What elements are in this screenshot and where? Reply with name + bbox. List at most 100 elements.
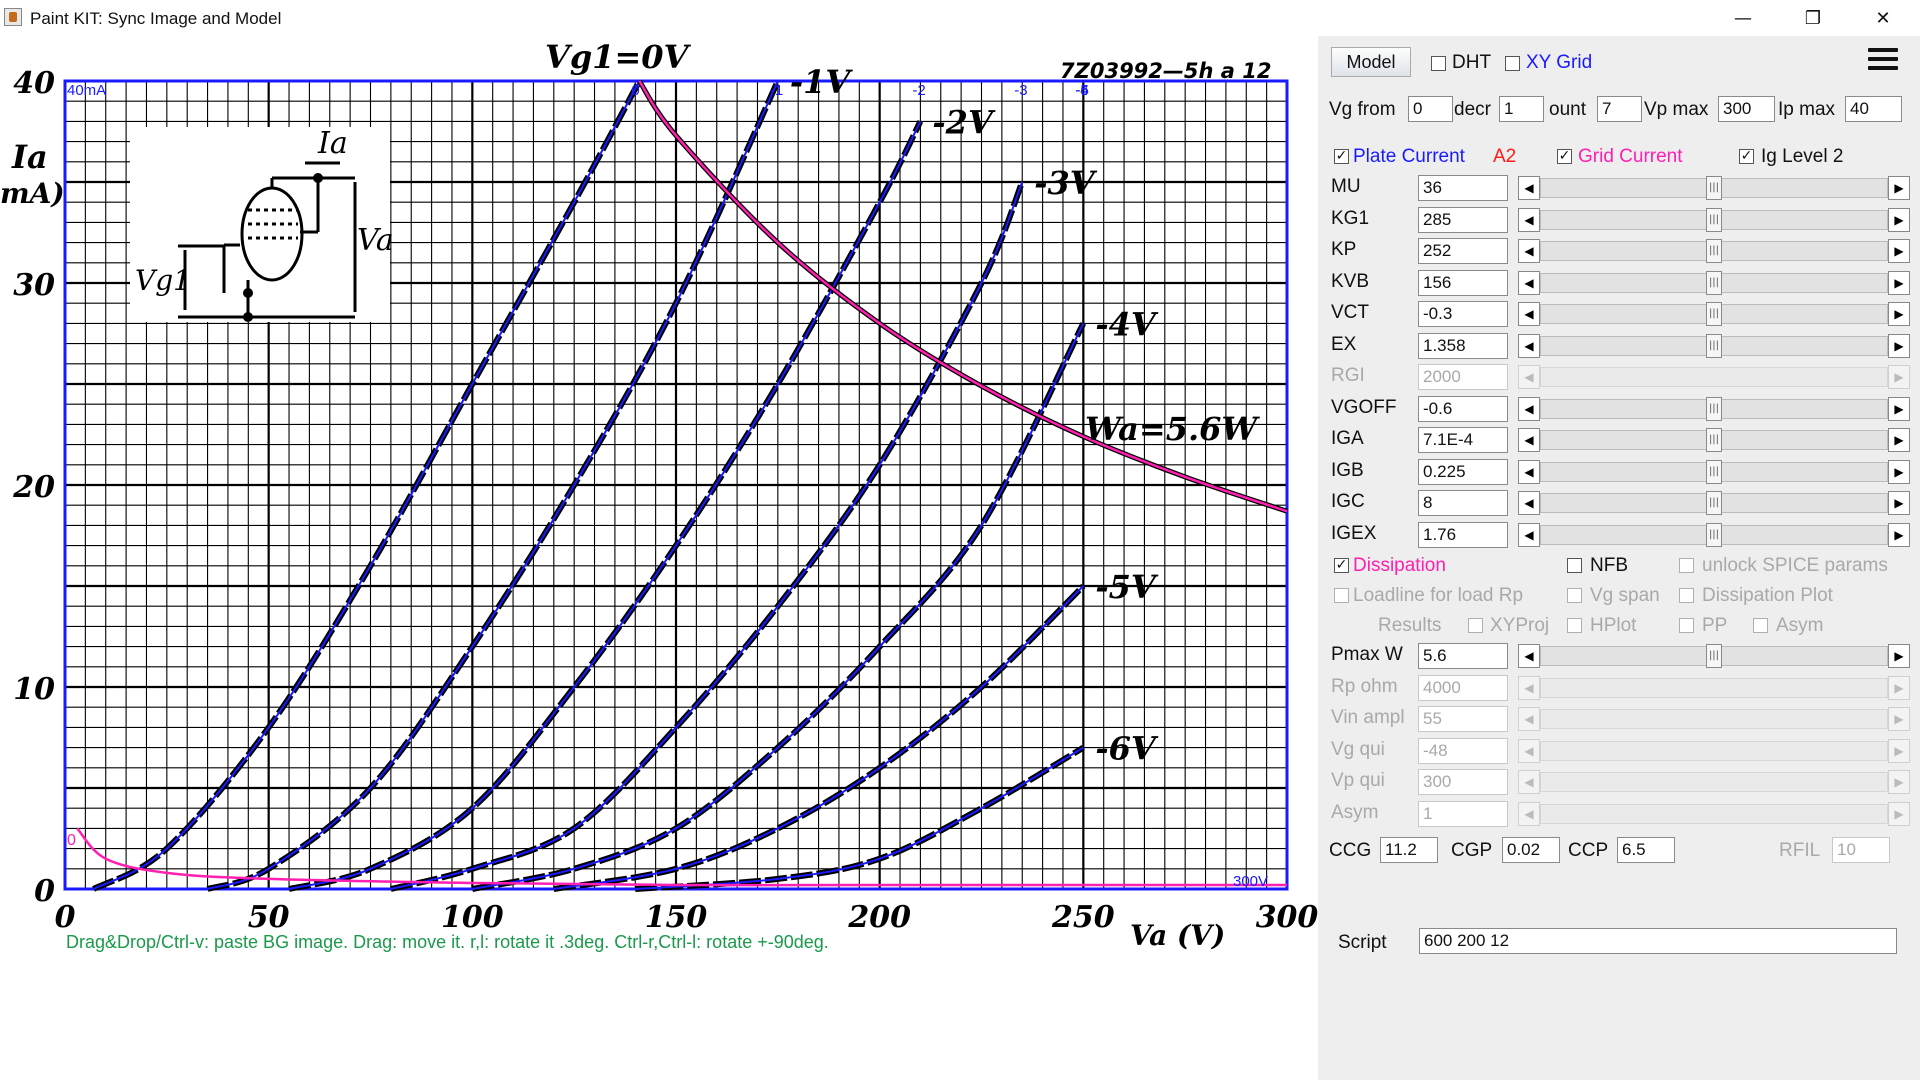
param-field-asym[interactable]: 1 xyxy=(1418,800,1508,827)
loadline-checkbox[interactable] xyxy=(1334,588,1349,603)
slider-left-arrow-icon[interactable]: ◀ xyxy=(1518,365,1540,389)
slider-left-arrow-icon[interactable]: ◀ xyxy=(1518,522,1540,547)
xy-grid-checkbox[interactable] xyxy=(1505,56,1520,71)
slider-right-arrow-icon[interactable]: ▶ xyxy=(1888,270,1910,295)
param-field-vp-qui[interactable]: 300 xyxy=(1418,769,1508,795)
slider-left-arrow-icon[interactable]: ◀ xyxy=(1518,491,1540,515)
slider-thumb[interactable]: ||| xyxy=(1706,270,1722,295)
param-field-pmax-w[interactable]: 5.6 xyxy=(1418,643,1508,669)
ip-max-field[interactable]: 40 xyxy=(1845,96,1902,122)
slider-right-arrow-icon[interactable]: ▶ xyxy=(1888,302,1910,326)
slider-left-arrow-icon[interactable]: ◀ xyxy=(1518,770,1540,794)
slider-track[interactable] xyxy=(1540,740,1888,761)
hplot-checkbox[interactable] xyxy=(1567,618,1582,633)
vg-from-field[interactable]: 0 xyxy=(1408,96,1453,122)
param-slider-kg1[interactable]: ◀ ▶ ||| xyxy=(1518,207,1910,232)
slider-thumb[interactable]: ||| xyxy=(1706,522,1722,547)
slider-right-arrow-icon[interactable]: ▶ xyxy=(1888,738,1910,763)
slider-track[interactable] xyxy=(1540,772,1888,792)
slider-right-arrow-icon[interactable]: ▶ xyxy=(1888,239,1910,263)
count-field[interactable]: 7 xyxy=(1597,96,1642,122)
plate-current-checkbox[interactable]: ✓ xyxy=(1334,149,1349,164)
slider-track[interactable] xyxy=(1540,709,1888,729)
slider-right-arrow-icon[interactable]: ▶ xyxy=(1888,644,1910,668)
slider-thumb[interactable]: ||| xyxy=(1706,302,1722,326)
unlock-spice-checkbox[interactable] xyxy=(1679,558,1694,573)
slider-thumb[interactable]: ||| xyxy=(1706,333,1722,358)
param-slider-igb[interactable]: ◀ ▶ ||| xyxy=(1518,459,1910,484)
dissipation-plot-checkbox[interactable] xyxy=(1679,588,1694,603)
restore-button[interactable]: ❐ xyxy=(1778,0,1848,36)
slider-right-arrow-icon[interactable]: ▶ xyxy=(1888,176,1910,200)
param-slider-asym[interactable]: ◀ ▶ xyxy=(1518,801,1910,826)
param-slider-rgi[interactable]: ◀ ▶ xyxy=(1518,365,1910,389)
slider-left-arrow-icon[interactable]: ◀ xyxy=(1518,428,1540,452)
param-field-mu[interactable]: 36 xyxy=(1418,175,1508,201)
dht-checkbox[interactable] xyxy=(1431,56,1446,71)
param-slider-vgoff[interactable]: ◀ ▶ ||| xyxy=(1518,396,1910,421)
slider-right-arrow-icon[interactable]: ▶ xyxy=(1888,333,1910,358)
slider-left-arrow-icon[interactable]: ◀ xyxy=(1518,396,1540,421)
rfil-field[interactable]: 10 xyxy=(1832,837,1890,863)
graph-canvas[interactable]: Ia Va Vg1 0 50 100 150 200 250 300 0 10 20 30 40 0 -1… xyxy=(0,36,1318,1080)
slider-right-arrow-icon[interactable]: ▶ xyxy=(1888,365,1910,389)
slider-left-arrow-icon[interactable]: ◀ xyxy=(1518,207,1540,232)
param-slider-vin-ampl[interactable]: ◀ ▶ xyxy=(1518,707,1910,731)
slider-left-arrow-icon[interactable]: ◀ xyxy=(1518,738,1540,763)
slider-right-arrow-icon[interactable]: ▶ xyxy=(1888,491,1910,515)
ig-level-checkbox[interactable]: ✓ xyxy=(1739,149,1754,164)
ccp-field[interactable]: 6.5 xyxy=(1617,837,1675,863)
minimize-button[interactable]: — xyxy=(1708,0,1778,36)
xyproj-checkbox[interactable] xyxy=(1468,618,1483,633)
slider-right-arrow-icon[interactable]: ▶ xyxy=(1888,428,1910,452)
param-slider-vp-qui[interactable]: ◀ ▶ xyxy=(1518,770,1910,794)
param-field-kp[interactable]: 252 xyxy=(1418,238,1508,264)
param-slider-rp-ohm[interactable]: ◀ ▶ xyxy=(1518,675,1910,700)
hamburger-menu-icon[interactable] xyxy=(1868,48,1898,74)
slider-track[interactable] xyxy=(1540,803,1888,824)
param-slider-mu[interactable]: ◀ ▶ ||| xyxy=(1518,176,1910,200)
param-field-iga[interactable]: 7.1E-4 xyxy=(1418,427,1508,453)
slider-thumb[interactable]: ||| xyxy=(1706,176,1722,200)
param-slider-iga[interactable]: ◀ ▶ ||| xyxy=(1518,428,1910,452)
vp-max-field[interactable]: 300 xyxy=(1718,96,1775,122)
slider-left-arrow-icon[interactable]: ◀ xyxy=(1518,239,1540,263)
pp-checkbox[interactable] xyxy=(1679,618,1694,633)
param-slider-kvb[interactable]: ◀ ▶ ||| xyxy=(1518,270,1910,295)
param-slider-kp[interactable]: ◀ ▶ ||| xyxy=(1518,239,1910,263)
slider-left-arrow-icon[interactable]: ◀ xyxy=(1518,333,1540,358)
param-slider-igex[interactable]: ◀ ▶ ||| xyxy=(1518,522,1910,547)
decr-field[interactable]: 1 xyxy=(1499,96,1544,122)
slider-left-arrow-icon[interactable]: ◀ xyxy=(1518,459,1540,484)
ccg-field[interactable]: 11.2 xyxy=(1380,837,1438,863)
param-field-kvb[interactable]: 156 xyxy=(1418,269,1508,296)
slider-left-arrow-icon[interactable]: ◀ xyxy=(1518,644,1540,668)
param-slider-pmax-w[interactable]: ◀ ▶ ||| xyxy=(1518,644,1910,668)
vg-span-checkbox[interactable] xyxy=(1567,588,1582,603)
slider-left-arrow-icon[interactable]: ◀ xyxy=(1518,302,1540,326)
slider-left-arrow-icon[interactable]: ◀ xyxy=(1518,675,1540,700)
slider-right-arrow-icon[interactable]: ▶ xyxy=(1888,801,1910,826)
param-field-vg-qui[interactable]: -48 xyxy=(1418,737,1508,764)
slider-left-arrow-icon[interactable]: ◀ xyxy=(1518,270,1540,295)
param-field-igc[interactable]: 8 xyxy=(1418,490,1508,516)
param-field-vgoff[interactable]: -0.6 xyxy=(1418,395,1508,422)
dissipation-checkbox[interactable]: ✓ xyxy=(1334,558,1349,573)
slider-right-arrow-icon[interactable]: ▶ xyxy=(1888,396,1910,421)
script-field[interactable]: 600 200 12 xyxy=(1419,928,1897,954)
param-slider-vct[interactable]: ◀ ▶ ||| xyxy=(1518,302,1910,326)
slider-thumb[interactable]: ||| xyxy=(1706,644,1722,668)
slider-right-arrow-icon[interactable]: ▶ xyxy=(1888,459,1910,484)
slider-track[interactable] xyxy=(1540,677,1888,698)
plate-curve-plot[interactable]: Ia Va Vg1 0 50 100 150 200 250 300 0 10 20 30 40 0 -1… xyxy=(0,36,1318,1080)
slider-right-arrow-icon[interactable]: ▶ xyxy=(1888,675,1910,700)
slider-thumb[interactable]: ||| xyxy=(1706,428,1722,452)
grid-current-checkbox[interactable]: ✓ xyxy=(1557,149,1572,164)
close-button[interactable]: ✕ xyxy=(1848,0,1918,36)
slider-right-arrow-icon[interactable]: ▶ xyxy=(1888,207,1910,232)
param-slider-igc[interactable]: ◀ ▶ ||| xyxy=(1518,491,1910,515)
slider-right-arrow-icon[interactable]: ▶ xyxy=(1888,522,1910,547)
slider-thumb[interactable]: ||| xyxy=(1706,396,1722,421)
asym-checkbox[interactable] xyxy=(1753,618,1768,633)
param-field-rp-ohm[interactable]: 4000 xyxy=(1418,674,1508,701)
